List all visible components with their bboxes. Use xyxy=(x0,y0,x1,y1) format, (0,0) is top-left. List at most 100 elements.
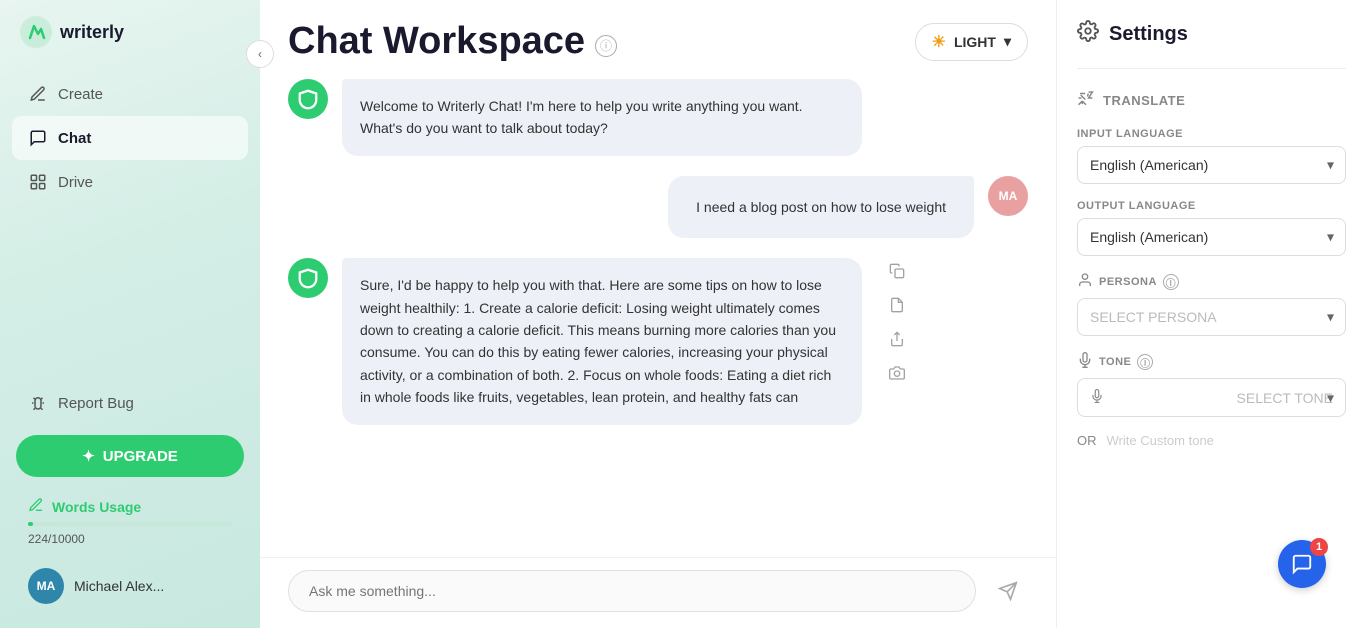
settings-title: Settings xyxy=(1109,23,1188,46)
bot-avatar xyxy=(288,79,328,119)
title-info-icon[interactable]: ⓘ xyxy=(595,35,617,57)
tone-label-row: TONE ⓘ xyxy=(1077,352,1346,372)
upgrade-button[interactable]: ✦ UPGRADE xyxy=(16,435,244,477)
words-usage-icon xyxy=(28,497,44,516)
input-language-field: INPUT LANGUAGE English (American) ▾ xyxy=(1077,128,1346,184)
message-row: I need a blog post on how to lose weight… xyxy=(288,176,1028,238)
chat-input-area xyxy=(260,557,1056,628)
right-panel: Settings TRANSLATE INPUT LANGUAGE Englis… xyxy=(1056,0,1366,628)
sidebar-collapse-button[interactable]: ‹ xyxy=(246,40,274,68)
persona-chevron: ▾ xyxy=(1327,309,1334,326)
document-action-icon[interactable] xyxy=(884,292,910,318)
or-row: OR Write Custom tone xyxy=(1077,433,1346,448)
sidebar-navigation: Create Chat Drive xyxy=(0,72,260,383)
input-language-dropdown-wrap: English (American) ▾ xyxy=(1077,146,1346,184)
chat-messages[interactable]: Welcome to Writerly Chat! I'm here to he… xyxy=(260,79,1056,557)
output-language-chevron: ▾ xyxy=(1327,229,1334,246)
create-icon xyxy=(28,84,48,104)
logo-text: writerly xyxy=(60,22,124,43)
persona-placeholder: SELECT PERSONA xyxy=(1090,309,1217,325)
theme-label: LIGHT xyxy=(954,34,996,50)
copy-action-icon[interactable] xyxy=(884,258,910,284)
words-usage-label: Words Usage xyxy=(28,497,232,516)
page-title: Chat Workspace xyxy=(288,20,585,63)
input-language-label: INPUT LANGUAGE xyxy=(1077,128,1346,140)
tone-icon xyxy=(1077,352,1093,372)
logo: writerly xyxy=(0,16,260,72)
persona-info-icon[interactable]: ⓘ xyxy=(1163,274,1179,290)
upgrade-star-icon: ✦ xyxy=(82,447,95,465)
output-language-label: OUTPUT LANGUAGE xyxy=(1077,200,1346,212)
translate-section: TRANSLATE xyxy=(1077,89,1346,112)
bug-icon xyxy=(28,393,48,413)
tone-info-icon[interactable]: ⓘ xyxy=(1137,354,1153,370)
chat-label: Chat xyxy=(58,130,91,147)
drive-label: Drive xyxy=(58,174,93,191)
bot-message-text: Welcome to Writerly Chat! I'm here to he… xyxy=(360,98,803,136)
sidebar-item-drive[interactable]: Drive xyxy=(12,160,248,204)
theme-chevron-icon: ▾ xyxy=(1004,33,1011,50)
tone-speaker-icon xyxy=(1090,389,1104,406)
translate-label: TRANSLATE xyxy=(1103,93,1185,108)
input-language-chevron: ▾ xyxy=(1327,157,1334,174)
sidebar-item-create[interactable]: Create xyxy=(12,72,248,116)
or-label: OR xyxy=(1077,433,1097,448)
sidebar: writerly Create Chat xyxy=(0,0,260,628)
message-row: Sure, I'd be happy to help you with that… xyxy=(288,258,1028,424)
report-bug-item[interactable]: Report Bug xyxy=(12,383,248,423)
chat-icon xyxy=(28,128,48,148)
persona-icon xyxy=(1077,272,1093,292)
chat-bubble-container: 1 xyxy=(1298,560,1346,608)
persona-field: PERSONA ⓘ SELECT PERSONA ▾ xyxy=(1077,272,1346,336)
settings-header: Settings xyxy=(1077,20,1346,48)
share-action-icon[interactable] xyxy=(884,326,910,352)
drive-icon xyxy=(28,172,48,192)
input-language-dropdown[interactable]: English (American) ▾ xyxy=(1077,146,1346,184)
chat-bubble-button[interactable]: 1 xyxy=(1278,540,1326,588)
upgrade-label: UPGRADE xyxy=(103,448,178,465)
user-name: Michael Alex... xyxy=(74,578,164,594)
chat-input[interactable] xyxy=(288,570,976,612)
main-content: Chat Workspace ⓘ ☀ LIGHT ▾ Welcome to Wr… xyxy=(260,0,1056,628)
words-usage-section: Words Usage 224/10000 xyxy=(12,489,248,552)
input-language-value: English (American) xyxy=(1090,157,1208,173)
user-message-avatar: MA xyxy=(988,176,1028,216)
output-language-dropdown[interactable]: English (American) ▾ xyxy=(1077,218,1346,256)
divider xyxy=(1077,68,1346,69)
tone-dropdown[interactable]: SELECT TONE ▾ xyxy=(1077,378,1346,417)
words-usage-bar-bg xyxy=(28,522,232,526)
user-profile[interactable]: MA Michael Alex... xyxy=(12,560,248,612)
gear-icon xyxy=(1077,20,1099,48)
persona-dropdown[interactable]: SELECT PERSONA ▾ xyxy=(1077,298,1346,336)
screenshot-action-icon[interactable] xyxy=(884,360,910,386)
tone-dropdown-wrap: SELECT TONE ▾ xyxy=(1077,378,1346,417)
sun-icon: ☀ xyxy=(932,32,946,52)
chat-title-wrap: Chat Workspace ⓘ xyxy=(288,20,617,63)
user-message-bubble: I need a blog post on how to lose weight xyxy=(668,176,974,238)
output-language-field: OUTPUT LANGUAGE English (American) ▾ xyxy=(1077,200,1346,256)
tone-field: TONE ⓘ SELECT TONE ▾ xyxy=(1077,352,1346,417)
chat-bubble-badge: 1 xyxy=(1310,538,1328,556)
bot-message-text-2: Sure, I'd be happy to help you with that… xyxy=(360,277,836,405)
output-language-dropdown-wrap: English (American) ▾ xyxy=(1077,218,1346,256)
sidebar-bottom: Report Bug ✦ UPGRADE Words Usage 224/100… xyxy=(0,383,260,612)
words-usage-count: 224/10000 xyxy=(28,532,85,546)
output-language-value: English (American) xyxy=(1090,229,1208,245)
bot-message-bubble-2: Sure, I'd be happy to help you with that… xyxy=(342,258,862,424)
bot-avatar-2 xyxy=(288,258,328,298)
persona-dropdown-wrap: SELECT PERSONA ▾ xyxy=(1077,298,1346,336)
bot-message-bubble: Welcome to Writerly Chat! I'm here to he… xyxy=(342,79,862,156)
create-label: Create xyxy=(58,86,103,103)
sidebar-item-chat[interactable]: Chat xyxy=(12,116,248,160)
user-avatar: MA xyxy=(28,568,64,604)
send-button[interactable] xyxy=(988,571,1028,611)
words-usage-bar-fill xyxy=(28,522,33,526)
user-message-text: I need a blog post on how to lose weight xyxy=(696,199,946,215)
report-bug-label: Report Bug xyxy=(58,395,134,412)
translate-icon xyxy=(1077,89,1095,112)
message-row: Welcome to Writerly Chat! I'm here to he… xyxy=(288,79,1028,156)
write-custom-tone[interactable]: Write Custom tone xyxy=(1107,433,1214,448)
theme-toggle-button[interactable]: ☀ LIGHT ▾ xyxy=(915,23,1028,61)
tone-placeholder: SELECT TONE xyxy=(1237,390,1333,406)
message-actions xyxy=(884,258,910,386)
